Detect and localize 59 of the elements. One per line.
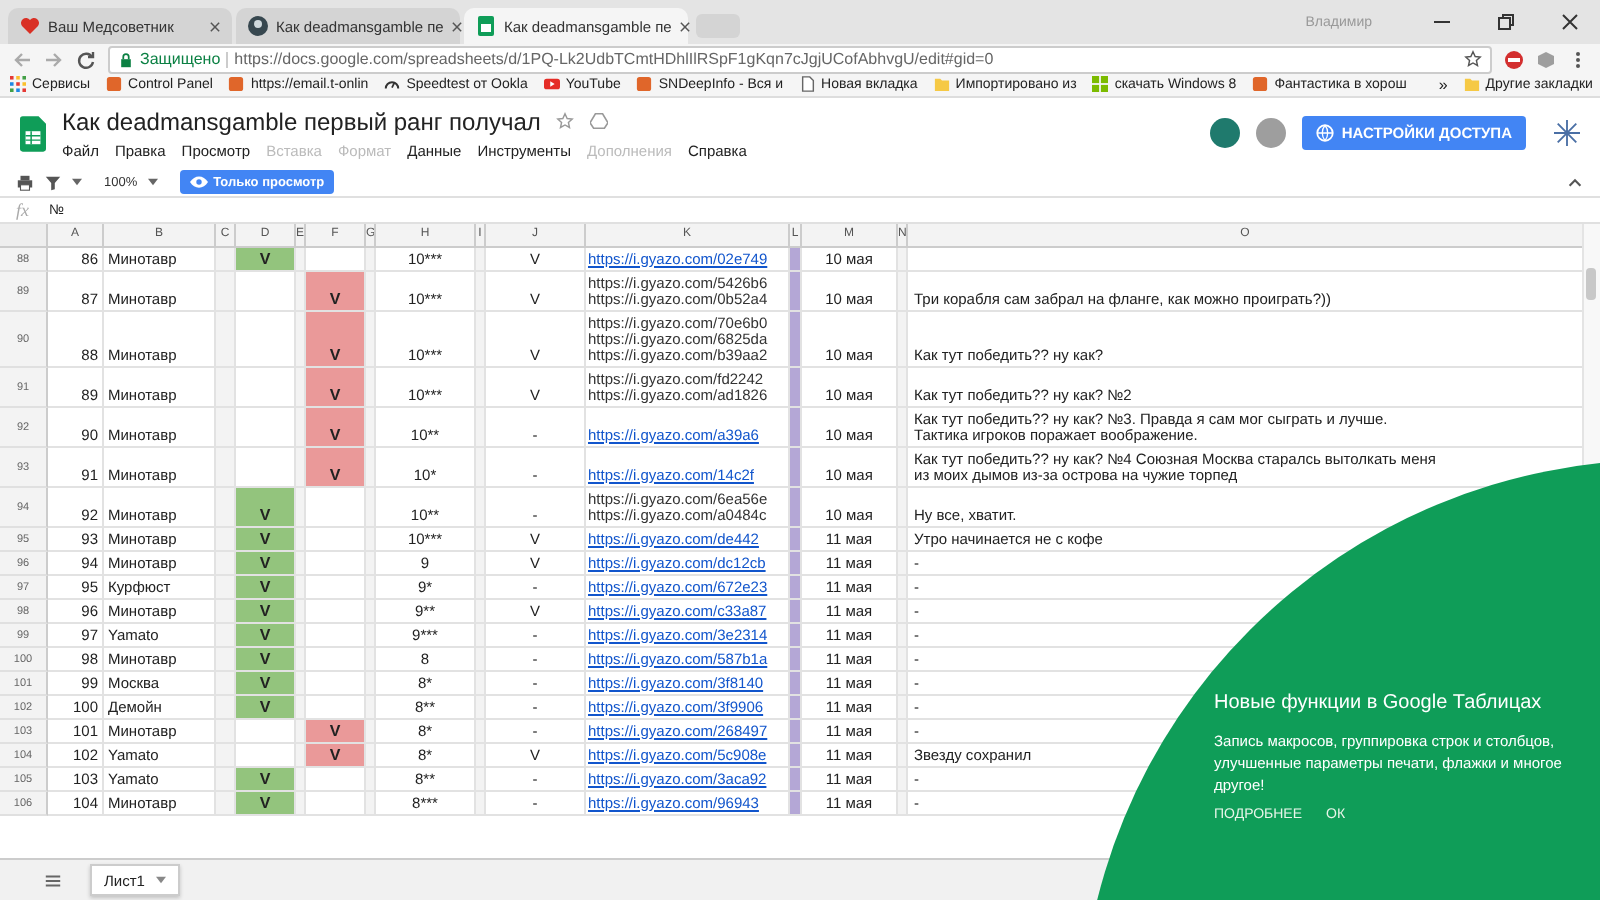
win-cell: V [236,552,296,576]
close-icon[interactable] [451,21,462,31]
loss-cell: V [306,272,366,312]
reload-icon[interactable] [76,49,96,69]
windows-logo-icon [1092,76,1109,92]
menu-icon[interactable] [44,871,62,889]
spreadsheet-icon [476,16,496,36]
win-cell: V [236,528,296,552]
spreadsheet-logo-icon[interactable] [20,115,46,151]
heart-icon [20,16,40,36]
loss-cell: V [306,368,366,408]
gauge-icon [384,76,401,92]
site-icon [228,76,245,92]
sparkle-icon[interactable] [1554,120,1580,146]
loss-cell: V [306,744,366,768]
promo-title: Новые функции в Google Таблицах [1214,692,1544,714]
win-cell: V [236,624,296,648]
avatar-icon [248,16,268,36]
close-icon[interactable] [1560,12,1580,32]
formula-icon: fx [16,200,29,220]
document-title: Как deadmansgamble первый ранг получал [62,107,541,135]
loss-cell: V [306,720,366,744]
restore-icon[interactable] [1496,12,1516,32]
win-cell: V [236,768,296,792]
win-cell: V [236,672,296,696]
collapse-icon[interactable] [1566,173,1584,191]
site-icon [636,76,653,92]
address-field[interactable]: Защищено https://docs.google.com/spreadsheets/d/1PQ-Lk2UdbTCmtHDhlIlRSpF1gKqn7cJgjUCofAbhvgU/edit#gid=0 [108,45,1492,73]
extension-icon[interactable] [1504,49,1524,69]
filter-icon[interactable] [44,173,62,191]
close-icon[interactable] [679,21,690,31]
loss-cell: V [306,408,366,448]
win-cell: V [236,576,296,600]
loss-cell: V [306,448,366,488]
win-cell: V [236,248,296,272]
scrollbar-thumb[interactable] [1586,268,1596,300]
drive-icon[interactable] [590,112,609,130]
more-bookmarks-button[interactable]: » [1438,75,1448,93]
site-icon [1252,76,1269,92]
site-icon [106,76,123,92]
star-icon[interactable] [556,112,575,130]
caret-icon[interactable] [156,876,167,884]
globe-icon [1315,124,1334,142]
star-icon[interactable] [1464,50,1482,68]
avatar-icon [1255,118,1286,148]
caret-icon[interactable] [72,178,82,186]
caret-icon[interactable] [147,178,158,186]
win-cell: V [236,488,296,528]
eye-icon [189,176,208,188]
win-cell: V [236,600,296,624]
apps-grid-icon [10,76,26,92]
lock-icon [118,51,134,67]
loss-cell: V [306,312,366,368]
close-icon[interactable] [210,21,220,31]
win-cell: V [236,792,296,816]
win-cell: V [236,648,296,672]
print-icon[interactable] [16,173,34,191]
avatar-icon [1209,118,1240,148]
win-cell: V [236,696,296,720]
